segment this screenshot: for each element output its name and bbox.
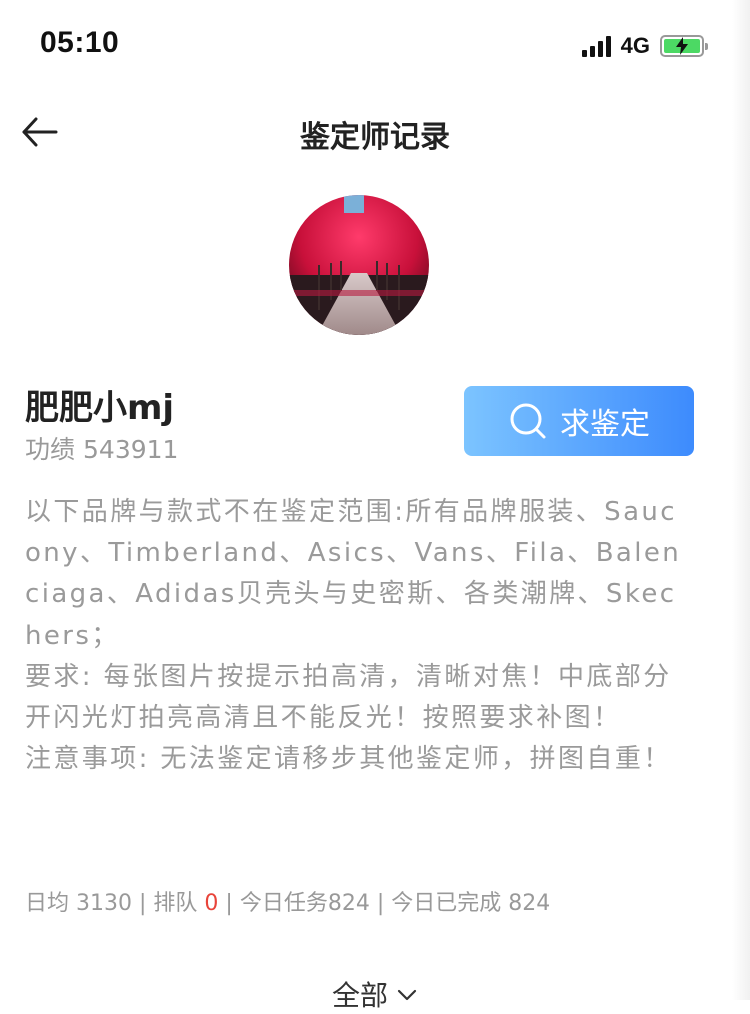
network-type: 4G — [620, 33, 650, 58]
edge-shadow — [732, 0, 750, 1000]
stats-separator: | — [225, 891, 233, 916]
appraiser-description: 以下品牌与款式不在鉴定范围:所有品牌服装、Saucony、Timberland、… — [25, 492, 695, 780]
notes-text: 注意事项: 无法鉴定请移步其他鉴定师，拼图自重！ — [25, 744, 672, 775]
queue-count: 0 — [204, 891, 219, 916]
status-bar: 05:10 4G — [0, 0, 750, 92]
navigation-bar: 鉴定师记录 — [0, 100, 750, 166]
chevron-down-icon — [397, 989, 417, 1001]
appraiser-name: 肥肥小mj — [25, 388, 175, 428]
request-appraisal-button[interactable]: 求鉴定 — [464, 386, 694, 456]
request-appraisal-label: 求鉴定 — [560, 407, 650, 442]
filter-label: 全部 — [331, 979, 388, 1012]
battery-icon — [660, 35, 708, 57]
today-tasks: 今日任务824 — [239, 891, 370, 916]
charging-bolt-icon — [676, 37, 688, 55]
signal-icon — [581, 35, 611, 57]
stats-line: 日均 3130 | 排队 0 | 今日任务824 | 今日已完成 824 — [25, 885, 550, 917]
merit-label: 功绩 — [25, 435, 76, 464]
queue-label: 排队 — [153, 891, 198, 916]
page-title: 鉴定师记录 — [300, 120, 450, 155]
merit-value: 543911 — [83, 435, 179, 464]
status-time: 05:10 — [40, 26, 120, 59]
merit-score: 功绩 543911 — [25, 430, 178, 466]
excluded-brands-text: 以下品牌与款式不在鉴定范围:所有品牌服装、Saucony、Timberland、… — [25, 497, 682, 651]
daily-average: 日均 3130 — [25, 891, 132, 916]
status-indicators: 4G — [581, 32, 708, 60]
requirements-text: 要求: 每张图片按提示拍高清，清晰对焦！中底部分开闪光灯拍亮高清且不能反光！按照… — [25, 661, 672, 734]
stats-separator: | — [376, 891, 385, 916]
avatar-image — [289, 195, 429, 335]
today-completed: 今日已完成 824 — [391, 891, 551, 916]
search-icon — [510, 403, 546, 439]
stats-separator: | — [138, 891, 147, 916]
avatar[interactable] — [289, 195, 429, 335]
